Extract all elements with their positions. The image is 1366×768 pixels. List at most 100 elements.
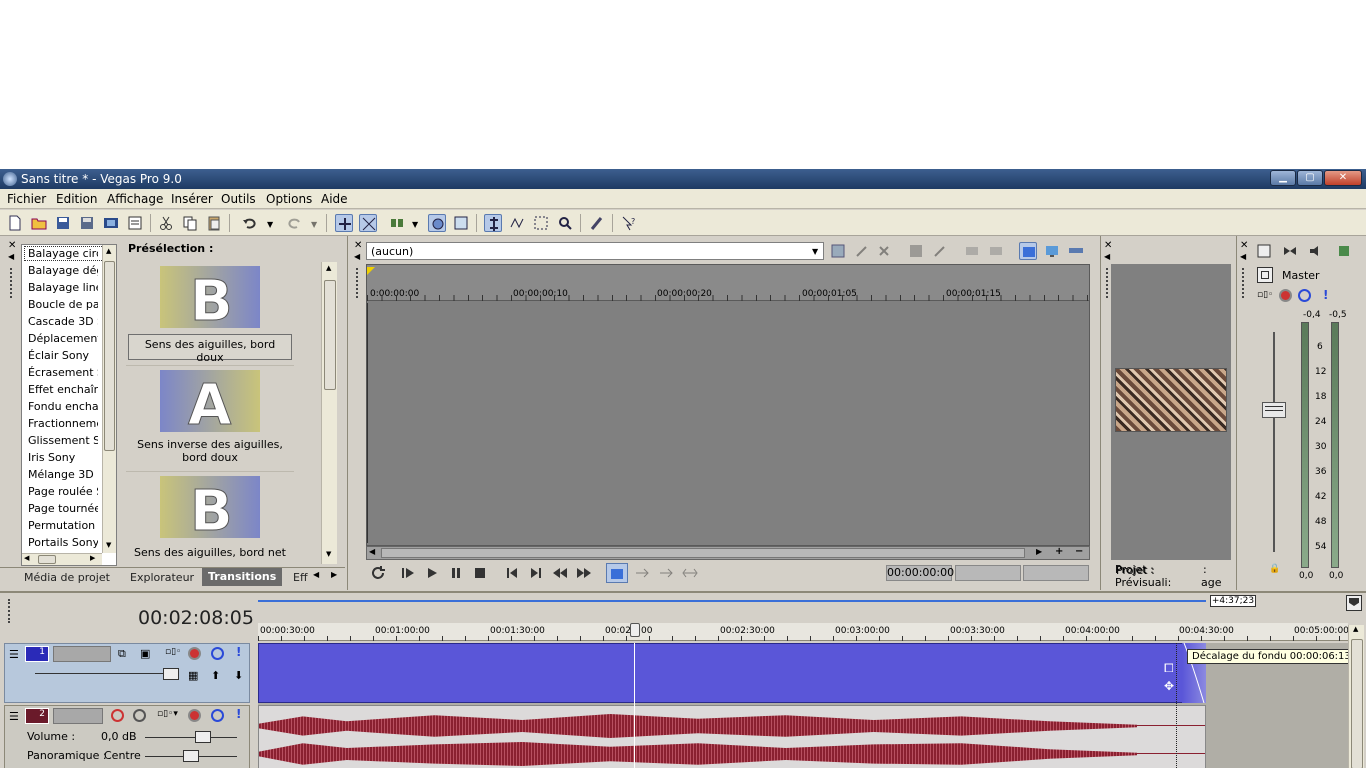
track-solo-icon[interactable]: ! [236, 645, 241, 659]
trimmer-ruler[interactable]: 0:00:00:00 00:00:00:10 00:00:00:20 00:00… [367, 265, 1089, 301]
preset-item[interactable]: B Sens des aiguilles, bord net [126, 474, 294, 564]
list-item[interactable]: Boucle de page [28, 298, 98, 311]
master-fx-gear-icon[interactable] [1279, 289, 1292, 302]
track-fx-icon[interactable] [188, 709, 201, 722]
redo-dropdown-icon[interactable]: ▼ [311, 220, 317, 229]
ripple-edit-icon[interactable] [388, 214, 406, 232]
help-pointer-icon[interactable]: ? [620, 214, 638, 232]
tab-effets[interactable]: Eff [293, 571, 308, 584]
list-hscrollbar[interactable]: ◀ ▶ [22, 553, 102, 565]
menu-aide[interactable]: Aide [321, 192, 348, 206]
arm-record-icon[interactable] [111, 709, 124, 722]
track-mute-icon[interactable] [211, 647, 224, 660]
go-to-end-icon[interactable] [528, 565, 544, 584]
go-to-start-icon[interactable] [504, 565, 520, 584]
delete-icon[interactable] [875, 242, 893, 260]
snap-icon[interactable] [335, 214, 353, 232]
preview-grip[interactable] [1106, 268, 1108, 298]
invert-phase-icon[interactable] [133, 709, 146, 722]
new-file-icon[interactable] [6, 214, 24, 232]
list-item[interactable]: Effet enchaîné [28, 383, 98, 396]
fast-forward-icon[interactable] [576, 565, 592, 584]
track-child-icon[interactable]: ⬇ [234, 669, 243, 682]
list-scrollbar[interactable]: ▲ ▼ [102, 245, 116, 553]
list-item[interactable]: Éclair Sony [28, 349, 98, 362]
list-item[interactable]: Fractionnemen [28, 417, 98, 430]
track-motion-icon[interactable]: ⧉ [118, 647, 126, 661]
panel-grip[interactable] [10, 268, 12, 298]
menu-affichage[interactable]: Affichage [107, 192, 163, 206]
track-menu-icon[interactable]: ☰ [9, 710, 19, 723]
pause-icon[interactable] [448, 565, 464, 584]
master-mute-icon[interactable] [1298, 289, 1311, 302]
master-fader-track[interactable] [1273, 332, 1275, 552]
play-icon[interactable] [424, 565, 440, 584]
list-item[interactable]: Page roulée Sc [28, 485, 98, 498]
track-parent-icon[interactable]: ⬆ [211, 669, 220, 682]
undo-dropdown-icon[interactable]: ▼ [267, 220, 273, 229]
volume-slider[interactable] [145, 737, 237, 738]
preset-item[interactable]: A Sens inverse des aiguilles, bord doux [126, 368, 294, 472]
fade-offset-icon[interactable]: ⧠ [1164, 661, 1174, 676]
minimize-button[interactable]: ▁ [1270, 170, 1296, 186]
trimmer-hscrollbar[interactable]: ◀ ▶ + − [366, 546, 1090, 560]
track-name-field[interactable] [53, 646, 111, 662]
preset-item[interactable]: B Sens des aiguilles, bord doux [126, 262, 294, 366]
track-envelope-icon[interactable]: ▦ [188, 669, 198, 682]
render-icon[interactable] [102, 214, 120, 232]
timeline-ruler[interactable]: 00:00:30:00 00:01:00:00 00:01:30:00 00:0… [258, 623, 1349, 641]
pan-knob[interactable] [183, 750, 199, 762]
timeline-marker-bar[interactable]: +4:37;23 [258, 595, 1348, 611]
video-view-icon[interactable] [1019, 242, 1037, 260]
project-end-marker[interactable]: +4:37;23 [1210, 595, 1256, 607]
paste-icon[interactable] [205, 214, 223, 232]
list-item[interactable]: Écrasement Sc [28, 366, 98, 379]
mixer-dim-icon[interactable] [1307, 242, 1325, 260]
timeline-selection-icon[interactable] [606, 563, 628, 583]
list-item[interactable]: Cascade 3D Sc [28, 315, 98, 328]
save-region-icon[interactable] [907, 242, 925, 260]
monitor-icon[interactable] [1043, 242, 1061, 260]
undo-icon[interactable] [241, 214, 259, 232]
tracks-area[interactable]: ⧠ ✥ Décalage du fondu 00:00:06:13 [258, 643, 1348, 768]
composite-mode-icon[interactable]: ▣ [140, 647, 150, 660]
close-preview-icon[interactable]: ✕ [1104, 240, 1112, 251]
open-folder-icon[interactable] [30, 214, 48, 232]
mixer-properties-icon[interactable] [1255, 242, 1273, 260]
track-header-video-1[interactable]: ☰ 1 ⧉ ▣ ▫▯◦ ! ▦ ⬆ ⬇ [4, 643, 250, 703]
list-item[interactable]: Fondu enchaîn [28, 400, 98, 413]
master-solo-icon[interactable]: ! [1323, 288, 1328, 302]
mixer-downmix-icon[interactable] [1281, 242, 1299, 260]
timeline-vscrollbar[interactable]: ▲ [1348, 625, 1364, 768]
rewind-icon[interactable] [552, 565, 568, 584]
selection-tool-icon[interactable] [532, 214, 550, 232]
trim-icon[interactable] [931, 242, 949, 260]
fit-icon[interactable] [682, 565, 698, 584]
lock-envelopes-icon[interactable] [428, 214, 446, 232]
volume-knob[interactable] [195, 731, 211, 743]
close-trimmer-icon[interactable]: ✕ [354, 240, 362, 251]
event-fx-icon[interactable] [588, 214, 606, 232]
list-item[interactable]: Page tournée S [28, 502, 98, 515]
close-button[interactable]: ✕ [1324, 170, 1362, 186]
master-insert-fx-icon[interactable]: ▫▯◦ [1257, 290, 1273, 300]
edit-icon[interactable] [853, 242, 871, 260]
track-level-slider[interactable] [35, 673, 175, 674]
track-fx-icon[interactable] [188, 647, 201, 660]
track-fx-chain-icon[interactable]: ▫▯◦▾ [157, 709, 178, 719]
insert-right-icon[interactable] [987, 242, 1005, 260]
zoom-out-icon[interactable]: − [1075, 546, 1083, 557]
save-as-icon[interactable] [78, 214, 96, 232]
zoom-tool-icon[interactable] [556, 214, 574, 232]
close-panel-icon[interactable]: ✕ [8, 240, 16, 251]
insert-left-icon[interactable] [963, 242, 981, 260]
menu-options[interactable]: Options [266, 192, 312, 206]
list-item[interactable]: Balayage linéa [28, 281, 98, 294]
mixer-insert-icon[interactable] [1335, 242, 1353, 260]
timeline-grip[interactable] [8, 599, 10, 623]
stop-icon[interactable] [472, 565, 488, 584]
audio-view-icon[interactable] [1067, 242, 1085, 260]
list-item[interactable]: Portails Sony [28, 536, 98, 549]
tab-scroll-right-icon[interactable]: ▶ [331, 570, 337, 579]
set-out-icon[interactable] [658, 565, 674, 584]
